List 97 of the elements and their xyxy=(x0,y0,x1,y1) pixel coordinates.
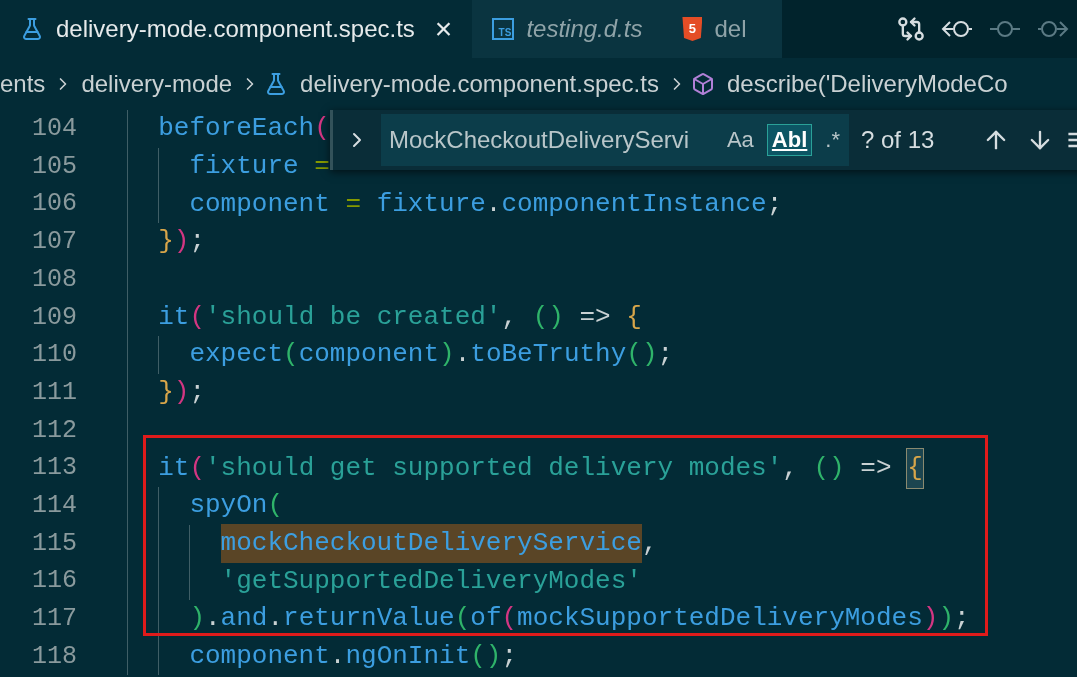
code-token: ( xyxy=(189,451,205,485)
code-token: component xyxy=(189,187,330,221)
line-number: 117 xyxy=(31,603,77,636)
line-number: 118 xyxy=(31,640,77,673)
code-token: . xyxy=(205,602,221,636)
search-field[interactable]: MockCheckoutDeliveryServi Aa Abl .* xyxy=(381,114,849,166)
code-token: , xyxy=(782,451,798,485)
code-token: beforeEach xyxy=(158,112,315,146)
code-token: ; xyxy=(954,602,970,636)
code-token: ; xyxy=(189,376,205,410)
code-token: mockSupportedDeliveryModes xyxy=(517,602,923,636)
cube-icon xyxy=(690,72,715,96)
close-button[interactable]: × xyxy=(434,14,453,44)
code-token: ) xyxy=(173,376,190,410)
arrow-circle-icon[interactable] xyxy=(941,19,973,39)
code-token: component xyxy=(298,338,440,372)
code-token: ; xyxy=(766,187,783,221)
code-token: . xyxy=(454,338,471,372)
line-number: 109 xyxy=(31,301,77,334)
html-file-icon: 5 xyxy=(682,17,703,41)
line-number: 107 xyxy=(31,226,77,259)
search-option-toggle[interactable]: .* xyxy=(820,124,845,156)
code-token: () xyxy=(813,451,845,485)
line-number: 115 xyxy=(31,527,77,560)
code-token: 'should be created' xyxy=(205,300,502,334)
code-token: ( xyxy=(283,338,299,372)
code-token: mockCheckoutDeliveryService xyxy=(220,523,642,563)
compare-icon[interactable] xyxy=(897,15,925,43)
line-number: 114 xyxy=(31,489,77,522)
search-option-toggle[interactable]: Abl xyxy=(766,124,813,156)
code-token: , xyxy=(501,300,518,334)
code-token: ( xyxy=(189,300,205,334)
line-number: 110 xyxy=(31,339,77,372)
code-token: , xyxy=(641,526,658,560)
code-token: fixture xyxy=(189,150,299,184)
code-token: { xyxy=(907,448,923,488)
code-token: ; xyxy=(501,639,518,673)
code-token: ) xyxy=(938,602,954,636)
code-token: ) xyxy=(922,602,939,636)
code-token: } xyxy=(158,225,174,259)
code-token: it xyxy=(158,300,190,334)
code-token: () xyxy=(626,338,658,372)
code-token: ) xyxy=(189,602,205,636)
code-token: () xyxy=(532,300,564,334)
code-token: fixture xyxy=(376,187,486,221)
breadcrumb-item[interactable]: ents xyxy=(0,66,46,102)
code-token: => xyxy=(579,300,611,334)
tab-label: del xyxy=(714,14,747,44)
code-token: ) xyxy=(173,225,190,259)
code-token: ; xyxy=(657,338,674,372)
code-token: returnValue xyxy=(283,602,455,636)
code-token: ( xyxy=(454,602,471,636)
code-token: { xyxy=(626,300,642,334)
code-token: } xyxy=(158,376,174,410)
breadcrumb-item[interactable]: delivery-mode xyxy=(81,66,233,102)
code-token: spyOn xyxy=(189,489,268,523)
code-token: and xyxy=(220,602,268,636)
code-token: componentInstance xyxy=(501,187,767,221)
line-number: 113 xyxy=(31,452,77,485)
search-option-toggle[interactable]: Aa xyxy=(721,124,759,156)
code-token: of xyxy=(470,602,502,636)
code-token: ; xyxy=(189,225,205,259)
code-token: component xyxy=(189,639,330,673)
code-token: . xyxy=(485,187,502,221)
breadcrumb-item[interactable]: delivery-mode.component.spec.ts xyxy=(300,66,659,102)
code-token: ngOnInit xyxy=(345,639,471,673)
line-number: 112 xyxy=(31,414,77,447)
editor-tab[interactable]: TS testing.d.ts xyxy=(472,0,663,58)
code-token: ( xyxy=(267,489,283,523)
code-token: . xyxy=(267,602,284,636)
code-token: 'should get supported delivery modes' xyxy=(205,451,783,485)
code-token: ) xyxy=(439,338,455,372)
line-number: 104 xyxy=(31,113,77,146)
code-token: = xyxy=(314,150,330,184)
line-number: 116 xyxy=(31,565,77,598)
code-token: () xyxy=(470,639,502,673)
line-number: 105 xyxy=(31,150,77,183)
match-count: ? of 13 xyxy=(861,125,935,155)
ts-file-icon: TS xyxy=(492,18,515,40)
line-number: 111 xyxy=(31,376,77,409)
flask-icon xyxy=(20,17,44,41)
line-number: 106 xyxy=(31,188,77,221)
code-token: ( xyxy=(501,602,518,636)
code-token: . xyxy=(329,639,346,673)
tab-label: testing.d.ts xyxy=(526,14,643,44)
tab-label: delivery-mode.component.spec.ts xyxy=(56,14,415,44)
line-number: 108 xyxy=(31,263,77,296)
code-token: => xyxy=(860,451,892,485)
code-token: toBeTruthy xyxy=(470,338,627,372)
code-token: it xyxy=(158,451,190,485)
breadcrumb-item[interactable]: describe('DeliveryModeCo xyxy=(726,66,1008,102)
editor-tab[interactable]: delivery-mode.component.spec.ts × xyxy=(0,0,473,58)
editor-tab[interactable]: 5 del xyxy=(662,0,783,58)
code-token: ( xyxy=(314,112,330,146)
code-token: = xyxy=(345,187,362,221)
code-token: 'getSupportedDeliveryModes' xyxy=(220,564,642,598)
code-token: expect xyxy=(189,338,283,372)
